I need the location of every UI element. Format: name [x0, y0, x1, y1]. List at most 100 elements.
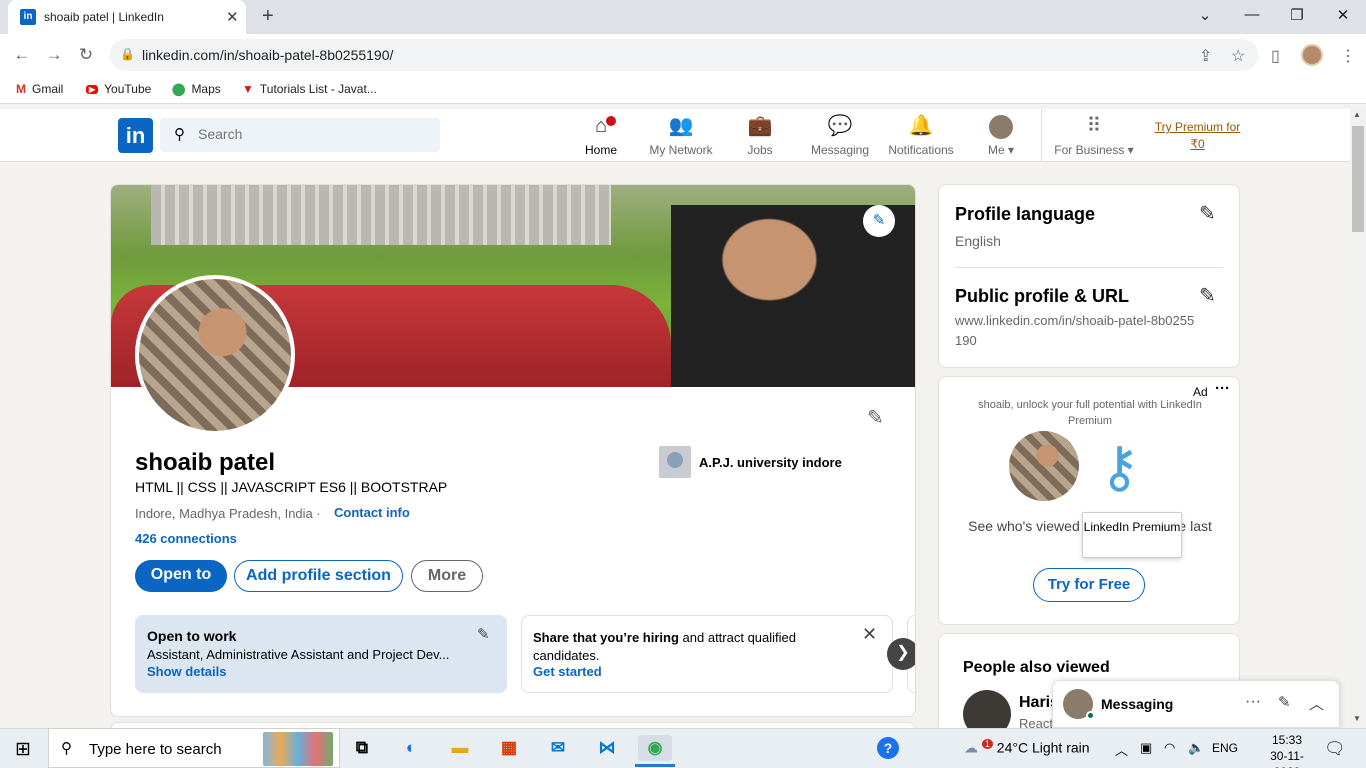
search-box[interactable]: ⚲	[160, 118, 440, 152]
search-input[interactable]	[198, 126, 418, 142]
tutorial-icon: ▼	[242, 82, 254, 96]
windows-start-icon[interactable]: ⊞	[15, 738, 31, 761]
tray-chevron-icon[interactable]: ︿	[1115, 740, 1128, 759]
nav-my-network[interactable]: 👥 My Network	[641, 114, 721, 157]
more-button[interactable]: More	[411, 560, 483, 592]
store-icon[interactable]: ▦	[492, 735, 526, 761]
chrome-icon[interactable]: ◉	[638, 735, 672, 761]
nav-jobs[interactable]: 💼 Jobs	[720, 114, 800, 157]
side-panel-icon[interactable]: ▯	[1271, 46, 1280, 66]
bookmark-youtube[interactable]: ▶ YouTube	[86, 82, 151, 96]
wifi-icon[interactable]: ◠	[1164, 740, 1175, 756]
lock-icon[interactable]: 🔒	[120, 47, 135, 61]
browser-menu-icon[interactable]: ⋮	[1340, 46, 1356, 66]
browser-profile-avatar[interactable]	[1301, 44, 1323, 66]
forward-icon[interactable]: →	[44, 45, 64, 65]
new-tab-button[interactable]: +	[262, 5, 274, 28]
public-profile-title: Public profile & URL	[955, 286, 1130, 306]
scrollbar-thumb[interactable]	[1352, 126, 1364, 232]
scroll-down-arrow-icon[interactable]: ▼	[1353, 714, 1361, 723]
bookmark-star-icon[interactable]: ☆	[1231, 46, 1245, 66]
edge-icon[interactable]: ◐	[394, 735, 428, 761]
ad-options-icon[interactable]: ···	[1215, 380, 1230, 397]
compose-icon[interactable]: ✎	[1278, 693, 1291, 711]
url-text: linkedin.com/in/shoaib-patel-8b0255190/	[142, 47, 394, 63]
mail-icon[interactable]: ✉	[541, 735, 575, 761]
add-profile-section-button[interactable]: Add profile section	[234, 560, 403, 592]
nav-home[interactable]: ⌂ Home	[561, 114, 641, 157]
scroll-up-arrow-icon[interactable]: ▲	[1353, 110, 1361, 119]
minimize-button[interactable]: —	[1242, 6, 1262, 23]
close-window-button[interactable]: ✕	[1333, 6, 1353, 24]
restore-button[interactable]: ❐	[1287, 6, 1307, 24]
key-icon: ⚷	[1099, 435, 1141, 498]
try-for-free-button[interactable]: Try for Free	[1033, 568, 1145, 602]
notification-center-icon[interactable]: 🗨	[1324, 739, 1346, 759]
reload-icon[interactable]: ↻	[76, 45, 96, 65]
grid-icon: ⠿	[1086, 115, 1102, 137]
gmail-icon: M	[16, 82, 26, 96]
bookmark-gmail[interactable]: M Gmail	[16, 82, 63, 96]
nav-me[interactable]: Me ▾	[961, 138, 1041, 157]
show-details-link[interactable]: Show details	[147, 664, 226, 679]
volume-icon[interactable]: 🔈	[1188, 740, 1204, 756]
taskbar-search[interactable]: ⚲ Type here to search	[48, 728, 340, 768]
back-icon[interactable]: ←	[12, 45, 32, 65]
language-indicator[interactable]: ENG	[1212, 741, 1238, 755]
help-icon[interactable]: ?	[877, 737, 899, 759]
try-premium-link[interactable]: Try Premium for ₹0	[1150, 119, 1245, 153]
university-logo[interactable]	[659, 446, 691, 478]
url-bar[interactable]: 🔒 linkedin.com/in/shoaib-patel-8b0255190…	[110, 39, 1258, 71]
edit-language-icon[interactable]: ✎	[1199, 201, 1216, 226]
bookmark-tutorials[interactable]: ▼ Tutorials List - Javat...	[242, 82, 377, 96]
search-icon: ⚲	[174, 126, 185, 143]
bookmark-maps[interactable]: ⬤ Maps	[172, 82, 221, 96]
tab-search-chevron-icon[interactable]: ⌄	[1195, 6, 1215, 24]
close-icon[interactable]: ✕	[862, 624, 877, 645]
connections-link[interactable]: 426 connections	[135, 531, 237, 546]
browser-tab[interactable]: in shoaib patel | LinkedIn ✕	[8, 0, 246, 34]
edit-url-icon[interactable]: ✎	[1199, 283, 1216, 308]
linkedin-logo[interactable]: in	[118, 118, 153, 153]
next-arrow-button[interactable]: ❯	[887, 638, 915, 670]
edit-pencil-icon[interactable]: ✎	[477, 625, 490, 643]
edit-banner-button[interactable]: ✎	[863, 205, 895, 237]
profile-headline: HTML || CSS || JAVASCRIPT ES6 || BOOTSTR…	[135, 479, 448, 495]
divider	[955, 267, 1223, 268]
maps-icon: ⬤	[172, 82, 186, 96]
bell-icon: 🔔	[908, 115, 934, 137]
public-profile-url: www.linkedin.com/in/shoaib-patel-8b02551…	[955, 313, 1195, 348]
meet-now-icon[interactable]: ▣	[1140, 740, 1152, 756]
search-icon: ⚲	[61, 740, 72, 757]
profile-settings-card: Profile language ✎ English Public profil…	[938, 184, 1240, 368]
profile-photo[interactable]	[135, 275, 295, 435]
share-icon[interactable]: ⇪	[1199, 46, 1212, 66]
task-view-icon[interactable]: ⧉	[345, 735, 379, 761]
nav-divider	[1041, 109, 1042, 162]
close-tab-icon[interactable]: ✕	[226, 8, 239, 26]
education-link[interactable]: A.P.J. university indore	[699, 455, 842, 470]
cloud-icon: ☁	[964, 739, 978, 756]
nav-messaging[interactable]: 💬 Messaging	[800, 114, 880, 157]
contact-info-link[interactable]: Contact info	[334, 505, 410, 520]
search-highlight-image	[263, 732, 333, 766]
home-icon: ⌂	[594, 115, 608, 137]
nav-for-business[interactable]: ⠿ For Business ▾	[1052, 114, 1136, 157]
premium-ad-card: Ad ··· shoaib, unlock your full potentia…	[938, 376, 1240, 625]
nav-notifications[interactable]: 🔔 Notifications	[881, 114, 961, 157]
messaging-options-icon[interactable]: ···	[1245, 693, 1261, 711]
people-also-viewed-title: People also viewed	[963, 659, 1110, 676]
chevron-up-icon[interactable]: ︿	[1309, 693, 1324, 714]
vscode-icon[interactable]: ⋈	[590, 735, 624, 761]
get-started-link[interactable]: Get started	[533, 664, 602, 679]
clock[interactable]: 15:33 30-11-2023	[1266, 732, 1308, 768]
me-avatar-icon[interactable]	[989, 115, 1013, 139]
profile-language-value: English	[955, 233, 1001, 249]
open-to-button[interactable]: Open to	[135, 560, 227, 592]
file-explorer-icon[interactable]: ▬	[443, 735, 477, 761]
weather-widget[interactable]: ☁ 1 24°C Light rain	[964, 739, 1090, 757]
edit-intro-icon[interactable]: ✎	[867, 405, 884, 430]
profile-language-title: Profile language	[955, 204, 1096, 224]
active-app-indicator	[635, 764, 675, 767]
messaging-overlay[interactable]: Messaging ··· ✎ ︿	[1052, 680, 1340, 728]
